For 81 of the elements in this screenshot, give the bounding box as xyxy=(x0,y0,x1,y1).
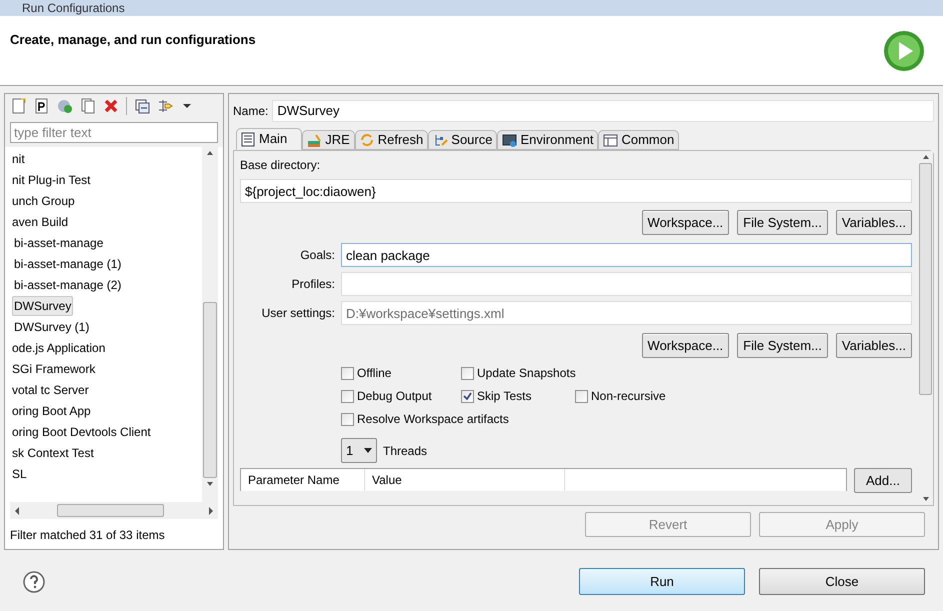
checkbox[interactable] xyxy=(461,390,474,402)
dialog-button[interactable]: Run xyxy=(579,568,745,595)
name-label: Name: xyxy=(233,102,268,120)
checkbox-label: Non-recursive xyxy=(591,388,666,405)
tab[interactable]: Main xyxy=(236,128,302,150)
field-label: Profiles: xyxy=(290,276,335,293)
checkbox[interactable] xyxy=(461,366,474,380)
tree-item[interactable]: DWSurvey (1) xyxy=(12,316,92,336)
tree-item[interactable]: SL xyxy=(10,464,29,484)
browse-button[interactable]: Variables... xyxy=(836,210,912,235)
filter-status: Filter matched 31 of 33 items xyxy=(9,527,166,543)
field-label: Goals: xyxy=(299,247,335,264)
new-config-icon[interactable] xyxy=(11,98,27,114)
run-icon xyxy=(883,30,925,72)
collapse-all-icon[interactable] xyxy=(134,98,150,114)
browse-button[interactable]: File System... xyxy=(737,333,828,358)
tab[interactable]: Common xyxy=(598,130,680,150)
browse-button[interactable]: Workspace... xyxy=(642,333,730,358)
export-icon[interactable] xyxy=(57,98,73,114)
name-field[interactable]: DWSurvey xyxy=(272,100,934,122)
browse-button[interactable]: Workspace... xyxy=(642,210,730,235)
monitor-icon xyxy=(502,132,518,148)
tree-item[interactable]: bi-asset-manage xyxy=(12,232,106,252)
threads-dropdown[interactable]: 1 xyxy=(341,438,377,463)
new-prototype-icon[interactable] xyxy=(34,98,50,114)
tab[interactable]: Refresh xyxy=(354,130,428,150)
browse-button[interactable]: Variables... xyxy=(836,333,912,358)
checkbox[interactable] xyxy=(341,366,354,380)
tree-item[interactable]: unch Group xyxy=(10,190,77,210)
base-directory-field[interactable]: ${project_loc:diaowen} xyxy=(240,179,912,203)
tab[interactable]: Environment xyxy=(497,130,598,150)
delete-icon[interactable] xyxy=(103,98,119,114)
tree-item[interactable]: aven Build xyxy=(10,212,70,232)
checkbox-label: Skip Tests xyxy=(477,388,532,405)
tree-icon xyxy=(433,132,448,148)
checkbox-label: Update Snapshots xyxy=(477,365,576,382)
threads-label: Threads xyxy=(383,442,428,460)
document-icon xyxy=(241,132,256,146)
window-title: Run Configurations xyxy=(22,1,125,15)
filter-icon[interactable] xyxy=(157,98,173,114)
add-button[interactable]: Add... xyxy=(854,468,912,493)
text-field[interactable]: D:¥workspace¥settings.xml xyxy=(341,301,912,325)
tree-item[interactable]: SGi Framework xyxy=(10,358,98,378)
base-directory-label: Base directory: xyxy=(240,157,322,173)
field-label: User settings: xyxy=(260,305,335,322)
scroll-right-icon xyxy=(207,506,215,516)
column-header[interactable]: Value xyxy=(365,469,565,491)
dropdown-icon xyxy=(364,448,372,453)
tree-item[interactable]: bi-asset-manage (2) xyxy=(12,274,124,294)
checkbox-label: Resolve Workspace artifacts xyxy=(357,411,509,428)
refresh-icon xyxy=(360,132,375,148)
checkbox[interactable] xyxy=(341,390,354,402)
check-icon xyxy=(463,392,472,400)
tab[interactable]: Source xyxy=(428,130,498,150)
scroll-left-icon xyxy=(13,506,21,516)
tree-item[interactable]: nit xyxy=(10,148,27,168)
tree-item[interactable]: DWSurvey xyxy=(12,296,74,316)
dialog-button[interactable]: Close xyxy=(759,568,925,595)
tree-item[interactable]: oring Boot App xyxy=(10,400,93,420)
tree-item[interactable]: ode.js Application xyxy=(10,338,108,358)
tree-item[interactable]: bi-asset-manage (1) xyxy=(12,254,124,274)
books-icon xyxy=(307,132,322,148)
text-field[interactable]: clean package xyxy=(341,243,912,267)
tree-item[interactable]: nit Plug-in Test xyxy=(10,170,92,190)
header-message: Create, manage, and run configurations xyxy=(10,31,256,48)
checkbox-label: Debug Output xyxy=(357,388,432,405)
help-icon[interactable] xyxy=(23,570,45,592)
column-header[interactable]: Parameter Name xyxy=(241,469,365,491)
tree-item[interactable]: oring Boot Devtools Client xyxy=(10,422,153,442)
text-field[interactable] xyxy=(341,272,912,296)
tree-item[interactable]: sk Context Test xyxy=(10,442,96,462)
browse-button[interactable]: File System... xyxy=(737,210,828,235)
duplicate-icon[interactable] xyxy=(80,98,96,114)
horizontal-scrollbar[interactable] xyxy=(10,502,218,519)
checkbox[interactable] xyxy=(341,412,354,426)
tab[interactable]: JRE xyxy=(302,130,355,150)
tree-item[interactable]: votal tc Server xyxy=(10,380,91,400)
filter-field[interactable]: type filter text xyxy=(10,122,218,143)
table-icon xyxy=(603,132,618,148)
checkbox[interactable] xyxy=(575,390,588,402)
checkbox-label: Offline xyxy=(357,365,392,382)
